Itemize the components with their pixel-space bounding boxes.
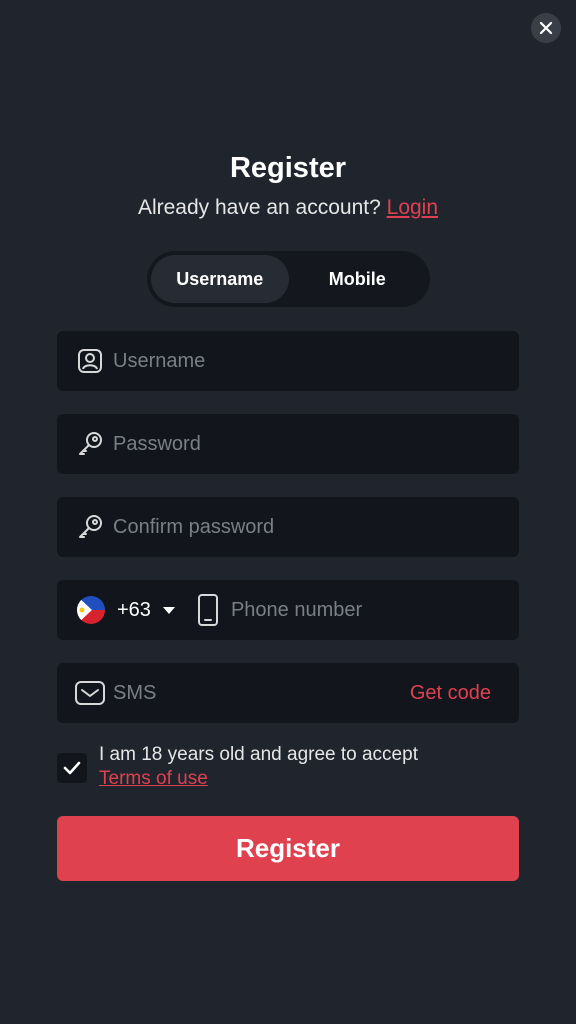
page-title: Register	[229, 152, 347, 184]
register-button[interactable]: Register	[57, 816, 519, 881]
tab-mobile[interactable]: Mobile	[289, 255, 427, 303]
password-input[interactable]	[113, 432, 413, 456]
key-icon	[73, 427, 107, 461]
key-icon	[73, 510, 107, 544]
confirm-password-input[interactable]	[113, 515, 413, 539]
sms-code-input[interactable]	[113, 681, 333, 705]
country-code[interactable]: +63	[117, 599, 151, 622]
login-prompt: Already have an account? Login	[0, 196, 576, 220]
smartphone-icon	[191, 593, 225, 627]
close-icon	[539, 21, 553, 35]
checkmark-icon	[63, 761, 81, 775]
close-button[interactable]	[531, 13, 561, 43]
chevron-down-icon[interactable]	[162, 606, 175, 614]
password-field	[57, 414, 519, 474]
terms-of-use-link[interactable]: Terms of use	[99, 767, 418, 791]
agreement-text: I am 18 years old and agree to accept	[99, 744, 418, 765]
tab-username[interactable]: Username	[151, 255, 289, 303]
agreement-text-block: I am 18 years old and agree to accept Te…	[99, 743, 418, 791]
sms-field: Get code	[57, 663, 519, 723]
user-badge-icon	[73, 344, 107, 378]
username-field	[57, 331, 519, 391]
login-prompt-text: Already have an account?	[137, 196, 381, 219]
username-input[interactable]	[113, 349, 413, 373]
phone-field: +63	[57, 580, 519, 640]
register-mode-tabs: Username Mobile	[147, 251, 430, 307]
philippines-flag-icon[interactable]	[77, 596, 105, 624]
agree-checkbox[interactable]	[57, 753, 87, 783]
login-link[interactable]: Login	[387, 196, 438, 219]
terms-agreement: I am 18 years old and agree to accept Te…	[57, 743, 519, 791]
get-code-button[interactable]: Get code	[410, 682, 491, 705]
confirm-password-field	[57, 497, 519, 557]
phone-input[interactable]	[230, 598, 451, 622]
envelope-icon	[73, 676, 107, 710]
